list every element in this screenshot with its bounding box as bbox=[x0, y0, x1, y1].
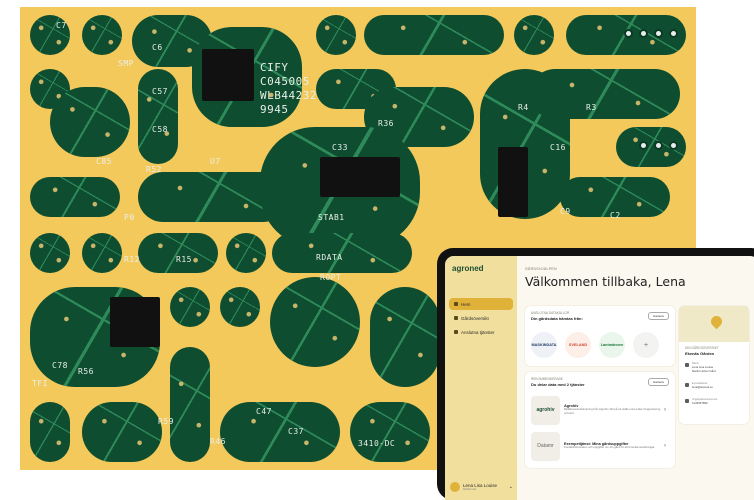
avatar bbox=[450, 482, 460, 492]
silk-label: C78 bbox=[52, 361, 68, 370]
silk-label: RDATA bbox=[316, 253, 343, 262]
silk-label: C7 bbox=[56, 21, 67, 30]
user-role: Mjölkbonde bbox=[463, 488, 477, 491]
card-label: ANSLUTNA DATAKÄLLOR bbox=[531, 311, 570, 315]
brand-sveland[interactable]: SVELAND bbox=[565, 332, 591, 358]
brand-lantmannen[interactable]: Lantmännen bbox=[599, 332, 625, 358]
card-label: REKOMMENDERADE bbox=[531, 377, 564, 381]
silk-label: C045005 bbox=[260, 75, 310, 88]
silk-label: ROPT bbox=[320, 273, 342, 282]
silk-label: CIFY bbox=[260, 61, 289, 74]
sidebar-item-label: Hem bbox=[461, 301, 471, 307]
card-title: Din gårdsdata hämtas från: bbox=[531, 316, 583, 321]
user-menu[interactable]: Lena Lisa Louise Mjölkbonde ⌄ bbox=[450, 482, 513, 492]
silk-label: C85 bbox=[96, 157, 112, 166]
silk-label: R59 bbox=[158, 417, 174, 426]
sidebar: agroned Hem Gårdsöversikt Anslutna tjäns… bbox=[445, 256, 517, 500]
farm-row: E-postadress lena@ekenas.se bbox=[685, 382, 743, 389]
farm-overview-card: DIN GÅRDSÖVERSIKT Ekenäs Gården Namn Len… bbox=[679, 306, 749, 424]
chevron-right-icon: › bbox=[664, 407, 666, 413]
silk-label: WLB44232 bbox=[260, 89, 317, 102]
farm-icon bbox=[454, 316, 458, 320]
silk-label: U7 bbox=[210, 157, 221, 166]
silk-label: C16 bbox=[550, 143, 566, 152]
silk-label: R36 bbox=[378, 119, 394, 128]
service-logo: agrohiv bbox=[531, 395, 560, 425]
brand-maskindata[interactable]: MASKINDATA bbox=[531, 332, 557, 358]
silk-label: P0 bbox=[124, 213, 135, 222]
row-value: lena@ekenas.se bbox=[692, 385, 713, 389]
silk-label: R15 bbox=[176, 255, 192, 264]
sidebar-item-label: Anslutna tjänster bbox=[461, 329, 495, 335]
location-pin-icon bbox=[454, 330, 458, 334]
manage-sources-button[interactable]: Hantera bbox=[648, 312, 669, 320]
silk-label: R46 bbox=[210, 437, 226, 446]
silk-label: SMP bbox=[118, 59, 134, 68]
silk-label: C6 bbox=[152, 43, 163, 52]
silk-label: C9 bbox=[560, 207, 571, 216]
service-description: Mjölkleveranshantering från Agrohiv. All… bbox=[564, 407, 661, 415]
silk-label: C37 bbox=[288, 427, 304, 436]
mail-icon bbox=[685, 383, 689, 387]
add-source-button[interactable]: + bbox=[633, 332, 659, 358]
data-sources-card: ANSLUTNA DATAKÄLLOR Din gårdsdata hämtas… bbox=[525, 306, 675, 366]
app-logo: agroned bbox=[452, 264, 484, 273]
silk-label: C2 bbox=[610, 211, 621, 220]
page-title: Välkommen tillbaka, Lena bbox=[525, 274, 686, 289]
silk-label: C57 bbox=[152, 87, 168, 96]
silk-label: R4 bbox=[518, 103, 529, 112]
silk-label: R56 bbox=[78, 367, 94, 376]
chevron-down-icon: ⌄ bbox=[508, 484, 513, 490]
silk-label: C33 bbox=[332, 143, 348, 152]
farm-name: Ekenäs Gården bbox=[685, 351, 715, 356]
services-card: REKOMMENDERADE Du delar data med 2 tjäns… bbox=[525, 372, 675, 468]
manage-services-button[interactable]: Hantera bbox=[648, 378, 669, 386]
service-item[interactable]: agrohiv Agrohiv Mjölkleveranshantering f… bbox=[531, 394, 669, 426]
farm-row: Organisationsnummer 1234567890 bbox=[685, 398, 743, 405]
farm-map bbox=[679, 306, 749, 342]
map-pin-icon bbox=[708, 313, 725, 330]
home-icon bbox=[454, 302, 458, 306]
farm-row: Namn Lena Lisa Louise Martin Holzer Gård bbox=[685, 362, 743, 373]
silk-label: STAB1 bbox=[318, 213, 345, 222]
row-value: Martin Holzer Gård bbox=[692, 369, 716, 373]
chevron-right-icon: › bbox=[664, 443, 666, 449]
silk-label: R52 bbox=[146, 165, 162, 174]
silk-label: R12 bbox=[124, 255, 140, 264]
sidebar-item-services[interactable]: Anslutna tjänster bbox=[449, 326, 513, 338]
service-item[interactable]: Datamr Exempeltjänst: Mina gårdsuppgifte… bbox=[531, 430, 669, 462]
app-screen: agroned Hem Gårdsöversikt Anslutna tjäns… bbox=[445, 256, 754, 500]
card-label: DIN GÅRDSÖVERSIKT bbox=[685, 346, 719, 350]
card-title: Du delar data med 2 tjänster bbox=[531, 382, 585, 387]
sidebar-item-label: Gårdsöversikt bbox=[461, 315, 489, 321]
page-kicker: GÅRDSHJÄLPEN bbox=[525, 267, 557, 271]
silk-label: C58 bbox=[152, 125, 168, 134]
service-logo: Datamr bbox=[531, 431, 560, 461]
id-icon bbox=[685, 399, 689, 403]
main-content: GÅRDSHJÄLPEN Välkommen tillbaka, Lena AN… bbox=[517, 256, 754, 500]
silk-label: R3 bbox=[586, 103, 597, 112]
sidebar-item-home[interactable]: Hem bbox=[449, 298, 513, 310]
row-value: 1234567890 bbox=[692, 401, 708, 405]
silk-label: 3410-DC bbox=[358, 439, 396, 448]
home-icon bbox=[685, 363, 689, 367]
service-description: Kontaktinformation och uppgifter om din … bbox=[564, 445, 656, 450]
tablet-device: agroned Hem Gårdsöversikt Anslutna tjäns… bbox=[437, 248, 754, 500]
silk-label: TFI bbox=[32, 379, 48, 388]
sidebar-item-farm-overview[interactable]: Gårdsöversikt bbox=[449, 312, 513, 324]
silk-label: C47 bbox=[256, 407, 272, 416]
silk-label: 9945 bbox=[260, 103, 289, 116]
